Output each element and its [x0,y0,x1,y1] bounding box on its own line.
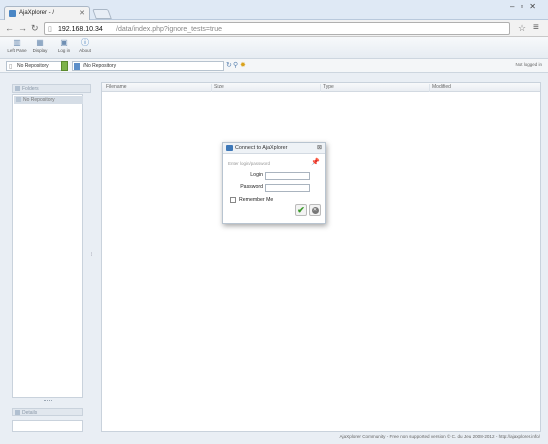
close-tab-icon[interactable]: ✕ [79,9,85,17]
folder-icon [74,63,80,70]
browser-titlebar: AjaXplorer - / ✕ –▫✕ [0,0,548,20]
refresh-icon[interactable]: ↻ [226,61,232,69]
repository-value: No Repository [17,63,49,69]
left-pane-button[interactable]: ▥ Left Pane [5,39,29,58]
ok-button[interactable]: ✔ [295,204,307,216]
left-pane-icon: ▥ [13,38,21,47]
display-button[interactable]: ▦ Display [28,39,52,58]
repository-bar: ▯ No Repository /No Repository ↻ ⚲ ✸ Not… [0,59,548,73]
tab-title: AjaXplorer - / [19,10,55,16]
details-panel [12,420,83,432]
column-filename[interactable]: Filename [104,84,127,92]
browser-menu-icon[interactable]: ≡ [533,22,539,33]
forward-arrow-icon[interactable]: → [18,23,27,33]
repository-dropdown-button[interactable] [61,61,68,71]
footer-credits: AjaXplorer Community - Free non supporte… [339,434,540,439]
splitter-grip-icon[interactable]: ⁞ [91,252,92,258]
login-status: Not logged in [515,62,542,67]
search-icon[interactable]: ⚲ [233,61,238,69]
folders-header-label: Folders [22,86,39,92]
repository-node-icon [16,97,21,102]
bookmark-icon[interactable]: ✸ [240,61,246,69]
path-field[interactable]: /No Repository [72,61,224,71]
page-icon: ▯ [48,26,52,33]
panel-resize-grip[interactable] [44,400,52,402]
login-input[interactable] [265,172,310,180]
dialog-close-icon[interactable]: ⊠ [317,144,322,151]
password-label: Password [240,184,263,190]
reload-icon[interactable]: ↻ [31,23,39,34]
cancel-icon: ✕ [311,207,319,214]
file-list[interactable]: Filename Size Type Modified [101,82,541,432]
tree-item-label: No Repository [23,97,55,103]
dialog-subtitle: Enter login/password [228,161,271,166]
login-label: Login [250,172,263,178]
display-label: Display [32,48,48,53]
folder-tree[interactable]: No Repository [12,94,83,398]
repository-icon: ▯ [9,64,13,70]
folders-icon [15,86,20,91]
details-icon [15,410,20,415]
file-list-header: Filename Size Type Modified [102,83,540,92]
login-icon: ▣ [60,38,68,47]
new-tab-button[interactable] [92,9,112,19]
path-value: /No Repository [83,63,117,69]
dialog-monitor-icon [226,145,233,151]
display-icon: ▦ [36,38,44,47]
column-size[interactable]: Size [211,84,224,92]
dialog-header: Connect to AjaXplorer ⊠ [223,143,325,154]
folders-panel-header: Folders [12,84,91,93]
ajaxplorer-favicon-icon [9,10,16,17]
login-dialog: Connect to AjaXplorer ⊠ Enter login/pass… [222,142,326,224]
browser-navbar: ← → ↻ ▯ 192.168.10.34 /data/index.php?ig… [0,20,548,37]
info-icon: ⓘ [81,38,89,47]
address-bar[interactable]: ▯ 192.168.10.34 /data/index.php?ignore_t… [44,22,510,35]
tree-item-no-repository[interactable]: No Repository [14,96,83,104]
left-pane-label: Left Pane [7,48,27,53]
window-controls[interactable]: –▫✕ [510,2,542,11]
column-modified[interactable]: Modified [429,84,451,92]
column-type[interactable]: Type [320,84,334,92]
checkmark-icon: ✔ [297,205,305,215]
back-arrow-icon[interactable]: ← [5,23,14,33]
address-host: 192.168.10.34 [58,26,103,33]
details-header-label: Details [22,410,38,416]
bookmark-star-icon[interactable]: ☆ [518,23,526,34]
app-toolbar: ▥ Left Pane ▦ Display ▣ Log in ⓘ About [0,37,548,59]
about-label: About [79,48,91,53]
address-path: /data/index.php?ignore_tests=true [116,26,223,33]
cancel-button[interactable]: ✕ [309,204,321,216]
password-input[interactable] [265,184,310,192]
details-panel-header: Details [12,408,83,416]
pushpin-icon: 📌 [311,159,320,166]
remember-me-label: Remember Me [239,197,274,203]
repository-select[interactable]: ▯ No Repository [6,61,68,71]
browser-tab[interactable]: AjaXplorer - / ✕ [4,6,90,20]
remember-me-checkbox[interactable] [230,197,236,203]
about-button[interactable]: ⓘ About [73,39,97,58]
dialog-title: Connect to AjaXplorer [235,145,288,151]
